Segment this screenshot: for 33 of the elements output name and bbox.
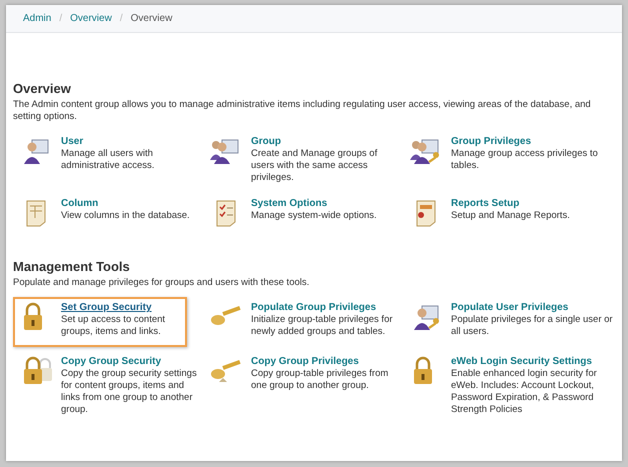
item-description: Enable enhanced login security for eWeb. Includes: Account Lockout, Password Expiration, & Password Strength Policies bbox=[451, 368, 598, 416]
item-link[interactable]: Group bbox=[251, 136, 281, 147]
breadcrumb-separator: / bbox=[120, 13, 123, 24]
item-link[interactable]: Reports Setup bbox=[451, 198, 520, 209]
item-link[interactable]: User bbox=[61, 136, 84, 147]
item-link[interactable]: Populate User Privileges bbox=[451, 302, 568, 313]
breadcrumb-link[interactable]: Admin bbox=[23, 13, 52, 24]
section-heading: Overview bbox=[13, 81, 72, 96]
item-description: Create and Manage groups of users with the same access privileges. bbox=[251, 148, 378, 184]
section-description: The Admin content group allows you to manage administrative items including regulating user access, viewing areas of the database, and setting options. bbox=[13, 99, 592, 123]
section-description: Populate and manage privileges for groups and users with these tools. bbox=[13, 277, 310, 289]
item-description: Manage group access privileges to tables. bbox=[451, 148, 599, 172]
item-link[interactable]: Group Privileges bbox=[451, 136, 532, 147]
item-link[interactable]: Set Group Security bbox=[61, 302, 152, 313]
item-description: Initialize group-table privileges for newly added groups and tables. bbox=[251, 314, 394, 338]
item-description: Manage system-wide options. bbox=[251, 210, 377, 222]
item-description: Manage all users with administrative access. bbox=[61, 148, 156, 172]
item-description: Copy the group security settings for content groups, items and links from one group to another group. bbox=[61, 368, 197, 416]
breadcrumb-separator: / bbox=[59, 13, 62, 24]
item-description: Populate privileges for a single user or all users. bbox=[451, 314, 614, 338]
breadcrumb-current: Overview bbox=[130, 13, 172, 24]
item-description: Setup and Manage Reports. bbox=[451, 210, 570, 222]
item-description: View columns in the database. bbox=[61, 210, 190, 222]
item-link[interactable]: Column bbox=[61, 198, 98, 209]
item-link[interactable]: Populate Group Privileges bbox=[251, 302, 376, 313]
item-link[interactable]: System Options bbox=[251, 198, 328, 209]
item-link[interactable]: Copy Group Privileges bbox=[251, 356, 359, 367]
breadcrumb-link[interactable]: Overview bbox=[70, 13, 112, 24]
item-description: Set up access to content groups, items and links. bbox=[61, 314, 166, 338]
item-link[interactable]: eWeb Login Security Settings bbox=[451, 356, 592, 367]
item-link[interactable]: Copy Group Security bbox=[61, 356, 162, 367]
item-description: Copy group-table privileges from one group to another group. bbox=[251, 368, 390, 392]
section-heading: Management Tools bbox=[13, 259, 131, 274]
